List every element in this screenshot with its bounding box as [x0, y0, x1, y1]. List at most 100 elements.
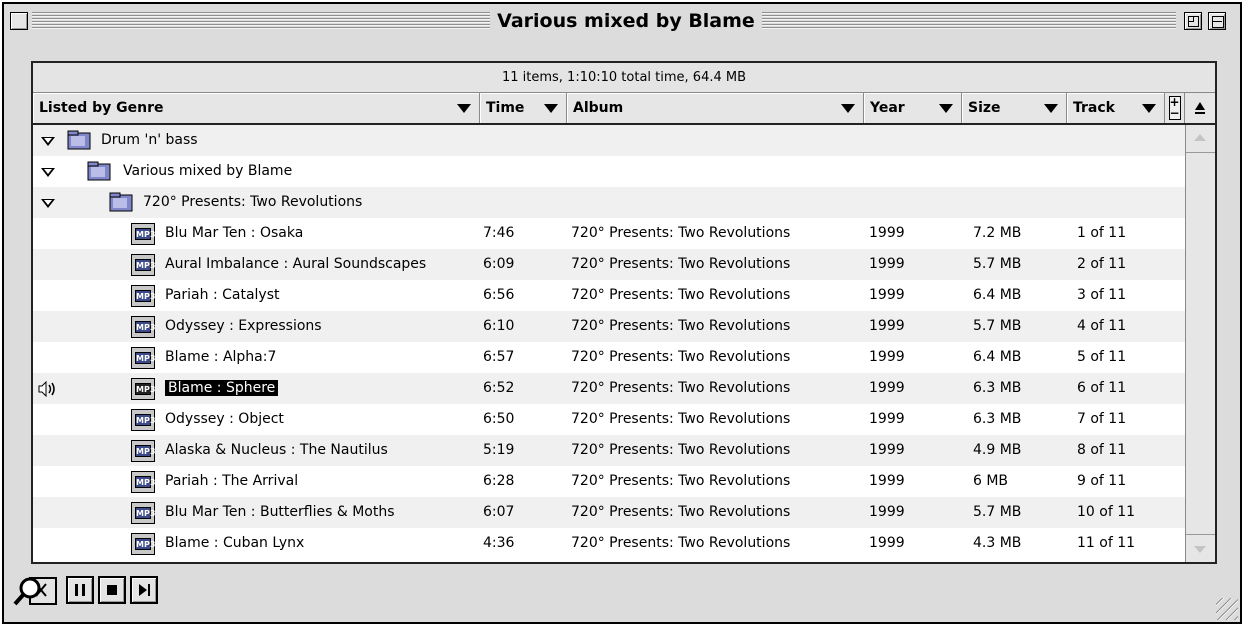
pause-button[interactable] [66, 576, 94, 604]
track-row[interactable]: MP3 Alaska & Nucleus : The Nautilus 5:19 72… [33, 435, 1185, 466]
column-header-size[interactable]: Size [962, 93, 1067, 123]
mp3-file-icon: MP3 [131, 471, 155, 493]
file-icon-label: MP3 [135, 445, 156, 457]
resize-grip[interactable] [1216, 598, 1238, 620]
column-header: Listed by Genre Time Album Year Size Tra… [33, 93, 1215, 125]
track-time: 6:56 [483, 287, 515, 303]
disclosure-triangle-icon[interactable] [41, 168, 55, 177]
track-row[interactable]: MP3 Blame : Alpha:7 6:57 720° Presents: Two… [33, 342, 1185, 373]
disclosure-triangle-icon[interactable] [41, 199, 55, 208]
track-album: 720° Presents: Two Revolutions [571, 504, 791, 520]
track-size: 6.4 MB [973, 349, 1022, 365]
collapse-box[interactable] [1208, 12, 1226, 30]
track-year: 1999 [869, 411, 905, 427]
column-header-track[interactable]: Track [1067, 93, 1165, 123]
track-time: 6:28 [483, 473, 515, 489]
column-label-time: Time [486, 100, 525, 116]
group-label: Various mixed by Blame [123, 163, 293, 179]
column-header-time[interactable]: Time [480, 93, 567, 123]
mp3-file-icon: MP3 [131, 409, 155, 431]
group-label: 720° Presents: Two Revolutions [143, 194, 363, 210]
group-label: Drum 'n' bass [101, 132, 198, 148]
column-header-genre[interactable]: Listed by Genre [33, 93, 480, 123]
close-box[interactable] [10, 12, 28, 30]
track-size: 4.3 MB [973, 535, 1022, 551]
track-year: 1999 [869, 287, 905, 303]
track-album: 720° Presents: Two Revolutions [571, 380, 791, 396]
track-number: 11 of 11 [1077, 535, 1136, 551]
title-stripes-right [762, 12, 1176, 30]
sort-triangle-icon[interactable] [841, 104, 855, 113]
track-time: 6:50 [483, 411, 515, 427]
mp3-file-icon: MP3 [131, 502, 155, 524]
search-button[interactable] [12, 574, 58, 606]
stop-button[interactable] [98, 576, 126, 604]
track-size: 5.7 MB [973, 256, 1022, 272]
track-year: 1999 [869, 380, 905, 396]
track-album: 720° Presents: Two Revolutions [571, 442, 791, 458]
next-track-button[interactable] [130, 576, 158, 604]
track-row[interactable]: MP3 Odyssey : Expressions 6:10 720° Present… [33, 311, 1185, 342]
group-row-album[interactable]: 720° Presents: Two Revolutions [33, 187, 1185, 218]
column-label-genre: Listed by Genre [39, 100, 164, 116]
speaker-icon [38, 381, 55, 397]
track-row[interactable]: MP3 Blame : Cuban Lynx 4:36 720° Presents: … [33, 528, 1185, 559]
scroll-up-arrow-icon[interactable] [1186, 125, 1215, 153]
vertical-scrollbar[interactable] [1185, 125, 1215, 562]
track-number: 10 of 11 [1077, 504, 1136, 520]
file-icon-label: MP3 [135, 507, 156, 519]
track-row[interactable]: MP3 Blu Mar Ten : Osaka 7:46 720° Presents:… [33, 218, 1185, 249]
track-row[interactable]: MP3 Blu Mar Ten : Butterflies & Moths 6:07… [33, 497, 1185, 528]
zoom-box[interactable] [1184, 12, 1202, 30]
group-row-genre[interactable]: Drum 'n' bass [33, 125, 1185, 156]
title-stripes-left [32, 12, 490, 30]
scroll-top-icon[interactable] [1185, 93, 1215, 123]
track-album: 720° Presents: Two Revolutions [571, 349, 791, 365]
sort-triangle-icon[interactable] [939, 104, 953, 113]
track-time: 6:52 [483, 380, 515, 396]
file-icon-label: MP3 [135, 259, 156, 271]
track-row[interactable]: MP3 Aural Imbalance : Aural Soundscapes 6:… [33, 249, 1185, 280]
track-year: 1999 [869, 504, 905, 520]
track-number: 2 of 11 [1077, 256, 1127, 272]
track-album: 720° Presents: Two Revolutions [571, 256, 791, 272]
sort-triangle-icon[interactable] [457, 104, 471, 113]
track-number: 8 of 11 [1077, 442, 1127, 458]
scroll-down-arrow-icon[interactable] [1186, 534, 1215, 562]
title-bar[interactable]: Various mixed by Blame [4, 4, 1240, 38]
track-row[interactable]: MP3 Odyssey : Object 6:50 720° Presents: Tw… [33, 404, 1185, 435]
window-title: Various mixed by Blame [490, 8, 762, 34]
track-size: 4.9 MB [973, 442, 1022, 458]
track-number: 4 of 11 [1077, 318, 1127, 334]
mp3-file-icon: MP3 [131, 254, 155, 276]
track-name: Pariah : The Arrival [165, 473, 299, 489]
sort-triangle-icon[interactable] [1142, 104, 1156, 113]
track-row[interactable]: MP3 Pariah : The Arrival 6:28 720° Presents… [33, 466, 1185, 497]
track-size: 6 MB [973, 473, 1009, 489]
disclosure-triangle-icon[interactable] [41, 137, 55, 146]
search-icon [13, 577, 57, 606]
column-header-album[interactable]: Album [567, 93, 864, 123]
track-album: 720° Presents: Two Revolutions [571, 225, 791, 241]
mp3-file-icon: MP3 [131, 533, 155, 555]
track-time: 6:09 [483, 256, 515, 272]
track-time: 6:07 [483, 504, 515, 520]
sort-triangle-icon[interactable] [544, 104, 558, 113]
mp3-file-icon: MP3 [131, 378, 155, 400]
summary-bar: 11 items, 1:10:10 total time, 64.4 MB [33, 63, 1215, 93]
track-row[interactable]: MP3 Blame : Sphere 6:52 720° Presents: Two … [33, 373, 1185, 404]
track-row[interactable]: MP3 Pariah : Catalyst 6:56 720° Presents: T… [33, 280, 1185, 311]
file-icon-label: MP3 [135, 290, 156, 302]
column-header-year[interactable]: Year [864, 93, 962, 123]
track-year: 1999 [869, 473, 905, 489]
mp3-file-icon: MP3 [131, 347, 155, 369]
track-size: 6.3 MB [973, 380, 1022, 396]
column-size-toggle-icon[interactable]: + − [1165, 93, 1185, 123]
track-number: 6 of 11 [1077, 380, 1127, 396]
track-time: 7:46 [483, 225, 515, 241]
track-number: 3 of 11 [1077, 287, 1127, 303]
sort-triangle-icon[interactable] [1044, 104, 1058, 113]
track-name: Pariah : Catalyst [165, 287, 280, 303]
track-name: Odyssey : Object [165, 411, 284, 427]
group-row-artist[interactable]: Various mixed by Blame [33, 156, 1185, 187]
